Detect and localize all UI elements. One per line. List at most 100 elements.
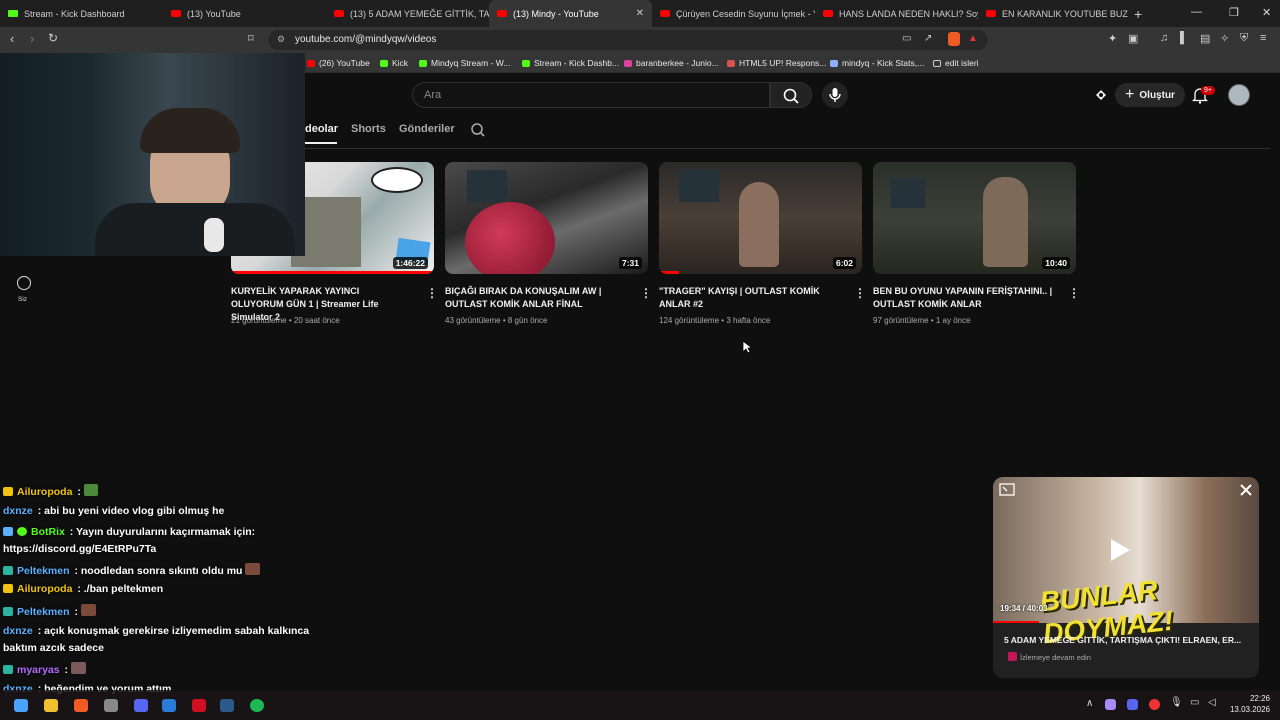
site-info-icon[interactable]: ⚙	[277, 34, 285, 45]
screenshot-icon[interactable]: ▣	[1128, 32, 1138, 45]
voice-search-button[interactable]	[822, 82, 848, 108]
close-icon[interactable]	[1239, 483, 1253, 497]
tab-youtube[interactable]: (13) YouTube	[163, 0, 326, 27]
netflix-icon[interactable]	[192, 699, 206, 712]
bookmark-icon[interactable]: ⌑	[248, 32, 254, 45]
notification-badge: 9+	[1201, 86, 1215, 95]
search-input[interactable]: Ara	[412, 82, 770, 108]
chat-separator: :	[77, 583, 81, 595]
sidebar-item-you[interactable]: Siz	[18, 296, 27, 303]
tab-hans-landa[interactable]: HANS LANDA NEDEN HAKLI? Soysu	[815, 0, 978, 27]
tab-videos[interactable]: deolar	[305, 123, 338, 135]
new-tab-button[interactable]: +	[1134, 6, 1142, 22]
bookmark-edit-isleri[interactable]: edit isleri	[933, 58, 979, 68]
address-bar[interactable]: ⚙ youtube.com/@mindyqw/videos ▭ ↗ ▲	[268, 30, 988, 50]
steam-icon[interactable]	[220, 699, 234, 712]
network-icon[interactable]: ▭	[1190, 697, 1199, 708]
account-avatar[interactable]	[1228, 84, 1250, 106]
volume-icon[interactable]: ◁	[1208, 697, 1216, 708]
forward-icon[interactable]: ›	[30, 31, 34, 46]
tray-chevron-icon[interactable]: ∧	[1086, 698, 1093, 709]
more-options-icon[interactable]: ⋮	[854, 286, 866, 300]
menu-icon[interactable]: ≡	[1260, 32, 1266, 44]
bookmark-kick-dashboard[interactable]: Stream - Kick Dashb...	[522, 58, 619, 68]
tab-5-adam[interactable]: (13) 5 ADAM YEMEĞE GİTTİK, TARTIŞ	[326, 0, 489, 27]
trager-figure	[739, 182, 779, 267]
obs-icon[interactable]	[104, 699, 118, 712]
tab-mindy-youtube[interactable]: (13) Mindy - YouTube ✕	[489, 0, 652, 27]
chat-username: Ailuropoda	[17, 486, 73, 498]
chat-message: Peltekmen : noodledan sonra sıkıntı oldu…	[3, 563, 264, 577]
you-icon[interactable]	[17, 276, 31, 290]
chat-message-continuation: https://discord.gg/E4EtRPu7Ta	[3, 543, 156, 555]
close-tab-icon[interactable]: ✕	[630, 8, 644, 19]
video-thumbnail[interactable]: 6:02	[659, 162, 862, 274]
meta-separator: •	[502, 316, 506, 325]
channel-search-icon[interactable]	[470, 122, 486, 138]
leo-ai-icon[interactable]: ✧	[1220, 32, 1229, 45]
music-icon[interactable]: ♫	[1160, 32, 1168, 44]
chat-message: myaryas :	[3, 662, 90, 676]
spotify-icon[interactable]	[250, 699, 264, 712]
close-window-icon[interactable]: ✕	[1262, 6, 1271, 19]
search-button[interactable]	[770, 82, 812, 108]
kick-icon	[522, 59, 530, 67]
bookmark-baranberkee[interactable]: baranberkee - Junio...	[624, 58, 719, 68]
create-button[interactable]: + Oluştur	[1115, 83, 1185, 107]
subscriber-badge-icon	[3, 607, 13, 616]
video-title[interactable]: BIÇAĞI BIRAK DA KONUŞALIM AW | OUTLAST K…	[445, 285, 625, 311]
brave-icon[interactable]	[74, 699, 88, 712]
clock-date: 13.03.2026	[1229, 705, 1270, 714]
more-options-icon[interactable]: ⋮	[640, 286, 652, 300]
more-options-icon[interactable]: ⋮	[426, 286, 438, 300]
video-thumbnail[interactable]: 7:31	[445, 162, 648, 274]
brave-shield-icon[interactable]	[948, 32, 960, 46]
brave-rewards-icon[interactable]: ▲	[968, 33, 978, 44]
discord-icon[interactable]	[134, 699, 148, 712]
restore-icon[interactable]: ❐	[1229, 6, 1239, 19]
youtube-premium-icon[interactable]	[1093, 87, 1109, 103]
minimize-icon[interactable]: —	[1191, 6, 1202, 18]
tab-en-karanlik[interactable]: EN KARANLIK YOUTUBE BUZDAĞI! (	[978, 0, 1128, 27]
tray-app-icon[interactable]	[1105, 699, 1116, 710]
vscode-icon[interactable]	[162, 699, 176, 712]
chat-username: dxnze	[3, 625, 33, 637]
file-explorer-icon[interactable]	[44, 699, 58, 712]
bookmark-kick[interactable]: Kick	[380, 58, 408, 68]
miniplayer-progress[interactable]	[993, 621, 1039, 623]
wallet-icon[interactable]: ▤	[1200, 32, 1210, 45]
chat-separator: :	[69, 526, 74, 538]
miniplayer[interactable]: BUNLAR DOYMAZ! 19:34 / 40:03 5 ADAM YEME…	[993, 477, 1259, 678]
miniplayer-title[interactable]: 5 ADAM YEMEĞE GİTTİK, TARTIŞMA ÇIKTI! EL…	[1004, 635, 1241, 645]
bookmark-youtube[interactable]: (26) YouTube	[307, 58, 370, 68]
start-icon[interactable]	[14, 699, 28, 712]
cast-icon[interactable]: ▭	[902, 33, 911, 44]
bookmark-html5up[interactable]: HTML5 UP! Respons...	[727, 58, 826, 68]
tab-posts[interactable]: Gönderiler	[399, 123, 455, 135]
video-title[interactable]: "TRAGER" KAYIŞI | OUTLAST KOMİK ANLAR #2	[659, 285, 839, 311]
chat-text: noodledan sonra sıkıntı oldu mu	[80, 565, 243, 577]
tray-app-icon[interactable]	[1149, 699, 1160, 710]
bookmark-kick-stats[interactable]: mindyq - Kick Stats,...	[830, 58, 924, 68]
vpn-icon[interactable]: ⛨	[1240, 32, 1248, 45]
chat-username: dxnze	[3, 505, 33, 517]
monster-figure	[983, 177, 1028, 267]
more-options-icon[interactable]: ⋮	[1068, 286, 1080, 300]
bookmark-mindyq-stream[interactable]: Mindyq Stream - W...	[419, 58, 510, 68]
share-icon[interactable]: ↗	[924, 33, 932, 44]
extensions-icon[interactable]: ✦	[1108, 32, 1117, 45]
tab-curuyen[interactable]: Çürüyen Cesedin Suyunu İçmek - Yo	[652, 0, 815, 27]
back-icon[interactable]: ‹	[10, 31, 14, 46]
video-thumbnail[interactable]: 10:40	[873, 162, 1076, 274]
tab-kick-dashboard[interactable]: Stream - Kick Dashboard	[0, 0, 163, 27]
chat-separator: :	[64, 664, 69, 676]
tray-discord-icon[interactable]	[1127, 699, 1138, 710]
tab-shorts[interactable]: Shorts	[351, 123, 386, 135]
play-icon[interactable]	[1111, 539, 1130, 561]
video-title[interactable]: BEN BU OYUNU YAPANIN FERİŞTAHINI.. | OUT…	[873, 285, 1053, 311]
reload-icon[interactable]: ↻	[48, 31, 58, 45]
taskbar-clock[interactable]: 22:26 13.03.2026	[1228, 693, 1270, 715]
sidebar-icon[interactable]: ▌	[1180, 32, 1188, 44]
expand-icon[interactable]	[999, 483, 1015, 496]
mic-tray-icon[interactable]: 🎙	[1170, 697, 1183, 708]
